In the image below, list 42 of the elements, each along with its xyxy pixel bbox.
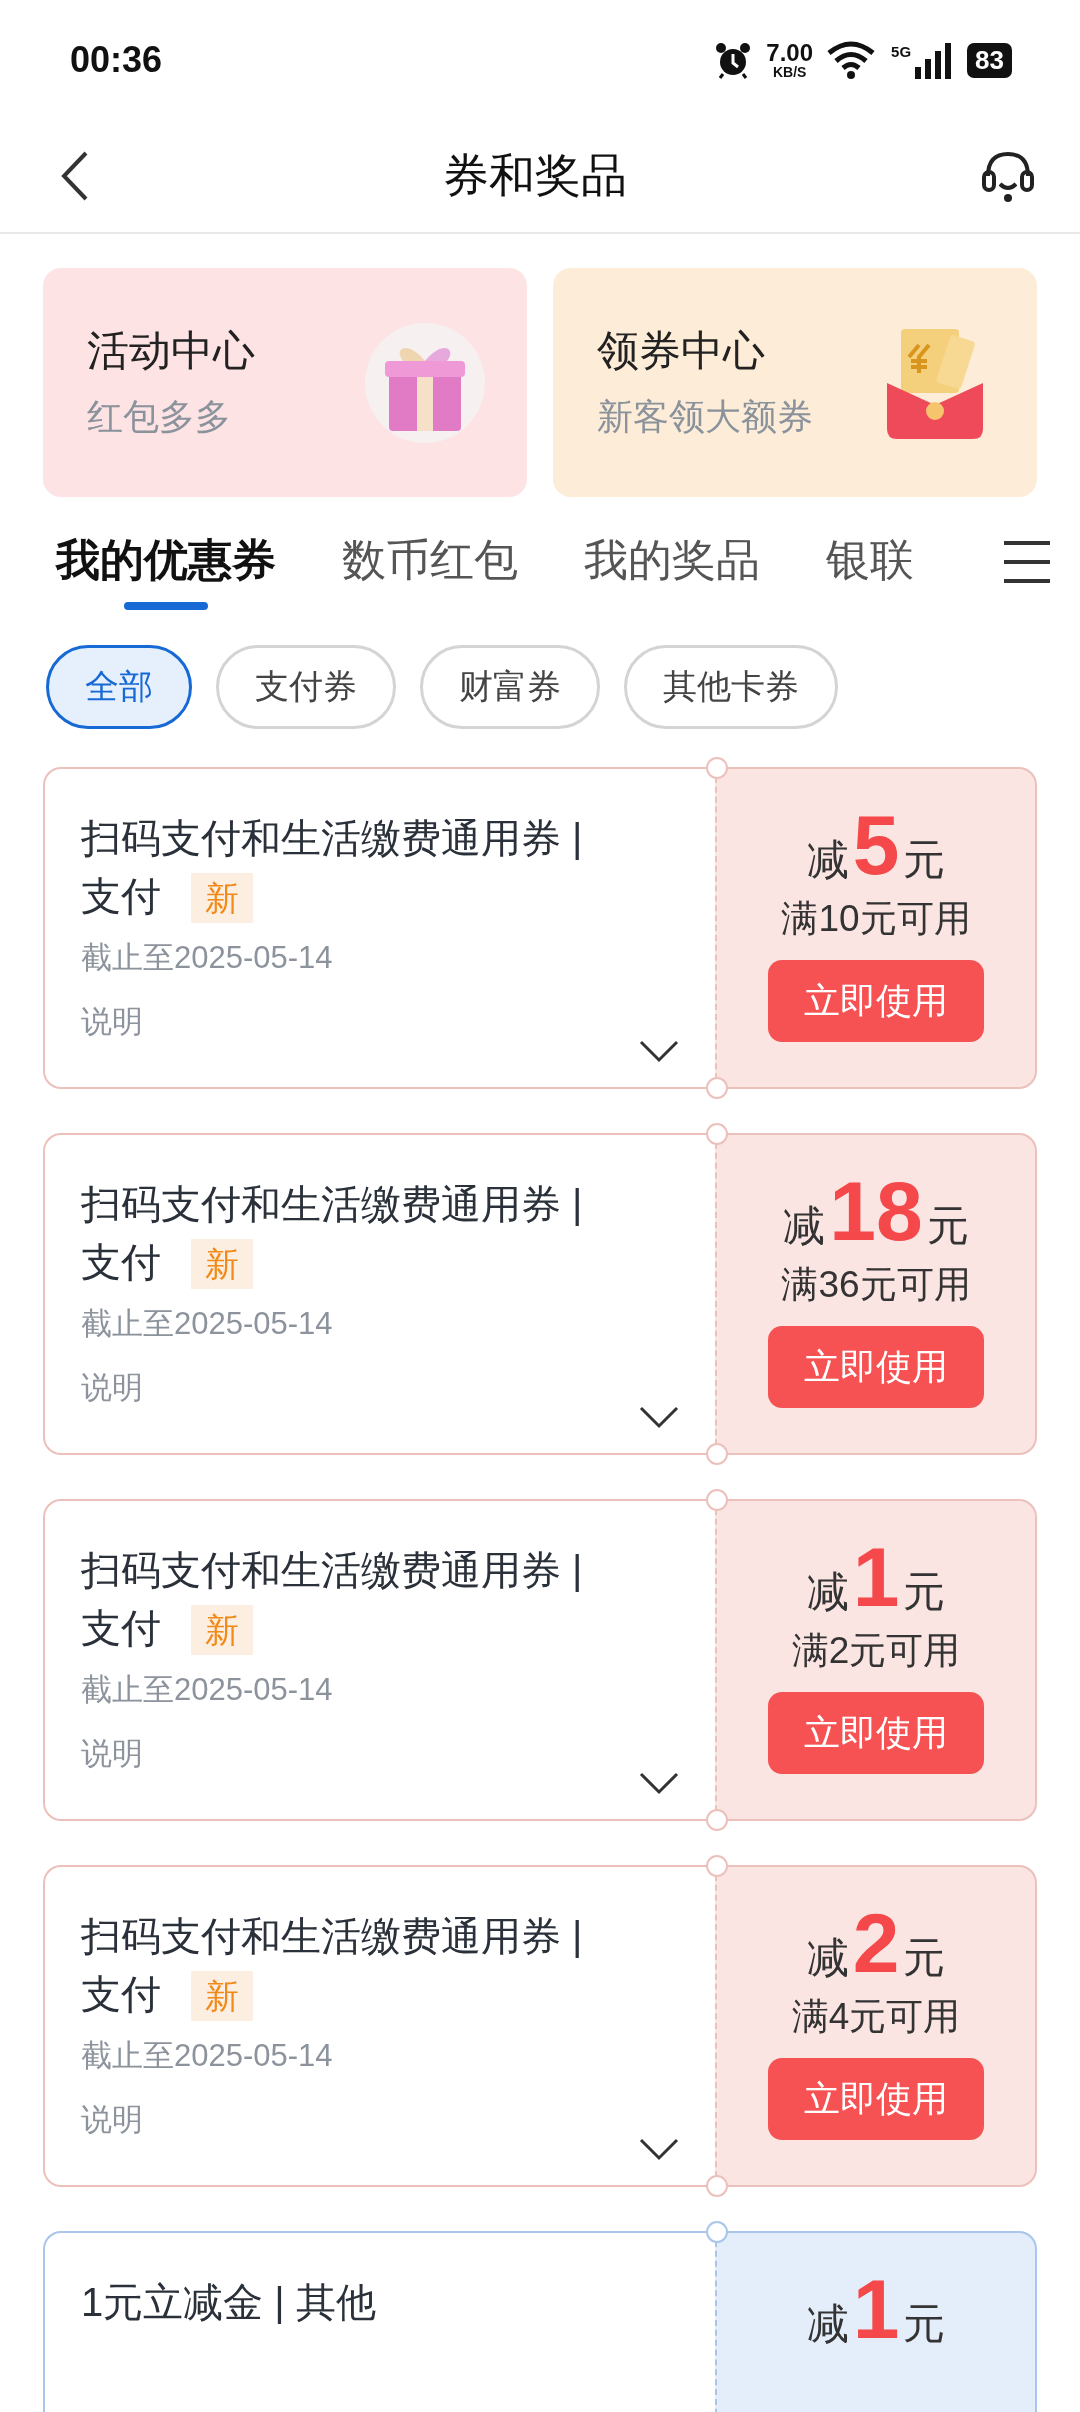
- tab[interactable]: 我的优惠券: [56, 531, 276, 610]
- tab[interactable]: 我的奖品: [584, 531, 760, 610]
- usage-condition: 满4元可用: [791, 1995, 961, 2039]
- filter-chip[interactable]: 支付券: [216, 645, 396, 729]
- coupon-deadline: 截止至2025-05-14: [81, 2037, 334, 2075]
- coupon-title: 扫码支付和生活缴费通用券 | 支付 新: [81, 1541, 611, 1657]
- usage-condition: 满10元可用: [781, 897, 971, 941]
- new-badge: 新: [191, 1605, 253, 1655]
- usage-condition: 满36元可用: [781, 1263, 971, 1307]
- discount-amount: 减 1元: [806, 2267, 946, 2352]
- discount-amount: 减5元: [806, 803, 946, 888]
- filter-chip[interactable]: 财富券: [420, 645, 600, 729]
- coupon-deadline: 截止至2025-05-14: [81, 1671, 334, 1709]
- filter-chip[interactable]: 其他卡券: [624, 645, 838, 729]
- card-title: 活动中心: [87, 326, 255, 376]
- new-badge: 新: [191, 1971, 253, 2021]
- page-title: 券和奖品: [443, 148, 627, 203]
- card-subtitle: 红包多多: [87, 395, 232, 439]
- coupon-deadline: 截止至2025-05-14: [81, 939, 334, 977]
- discount-amount: 减 18 元: [783, 1169, 969, 1254]
- usage-condition: 满2元可用: [791, 1629, 961, 1673]
- promo-card[interactable]: 活动中心 红包多多: [43, 268, 527, 497]
- filter-chip[interactable]: 全部: [46, 645, 192, 729]
- status-time: 00:36: [70, 39, 163, 81]
- coupon-title: 扫码支付和生活缴费通用券 | 支付 新: [81, 1175, 611, 1291]
- tab[interactable]: 数币红包: [342, 531, 518, 610]
- speed-value: 7.00: [766, 41, 814, 65]
- new-badge: 新: [191, 873, 253, 923]
- new-badge: 新: [191, 1239, 253, 1289]
- tab[interactable]: 银联: [826, 531, 914, 610]
- promo-card[interactable]: 领券中心 新客领大额券: [553, 268, 1037, 497]
- card-subtitle: 新客领大额券: [597, 395, 813, 439]
- battery-level: 83: [967, 42, 1012, 78]
- coupon-deadline: 截止至2025-05-14: [81, 1305, 334, 1343]
- network-type: 5G: [891, 43, 912, 60]
- discount-amount: 减2 元: [806, 1901, 946, 1986]
- card-title: 领券中心: [597, 326, 766, 376]
- speed-unit: KB/S: [772, 65, 807, 79]
- coupon-title: 1元立减金 | 其他: [81, 2279, 377, 2326]
- coupon-title: 扫码支付和生活缴费通用券 | 支付 新: [81, 809, 611, 925]
- discount-amount: 减 1元: [806, 1535, 946, 1620]
- coupon-title: 扫码支付和生活缴费通用券 | 支付 新: [81, 1907, 611, 2023]
